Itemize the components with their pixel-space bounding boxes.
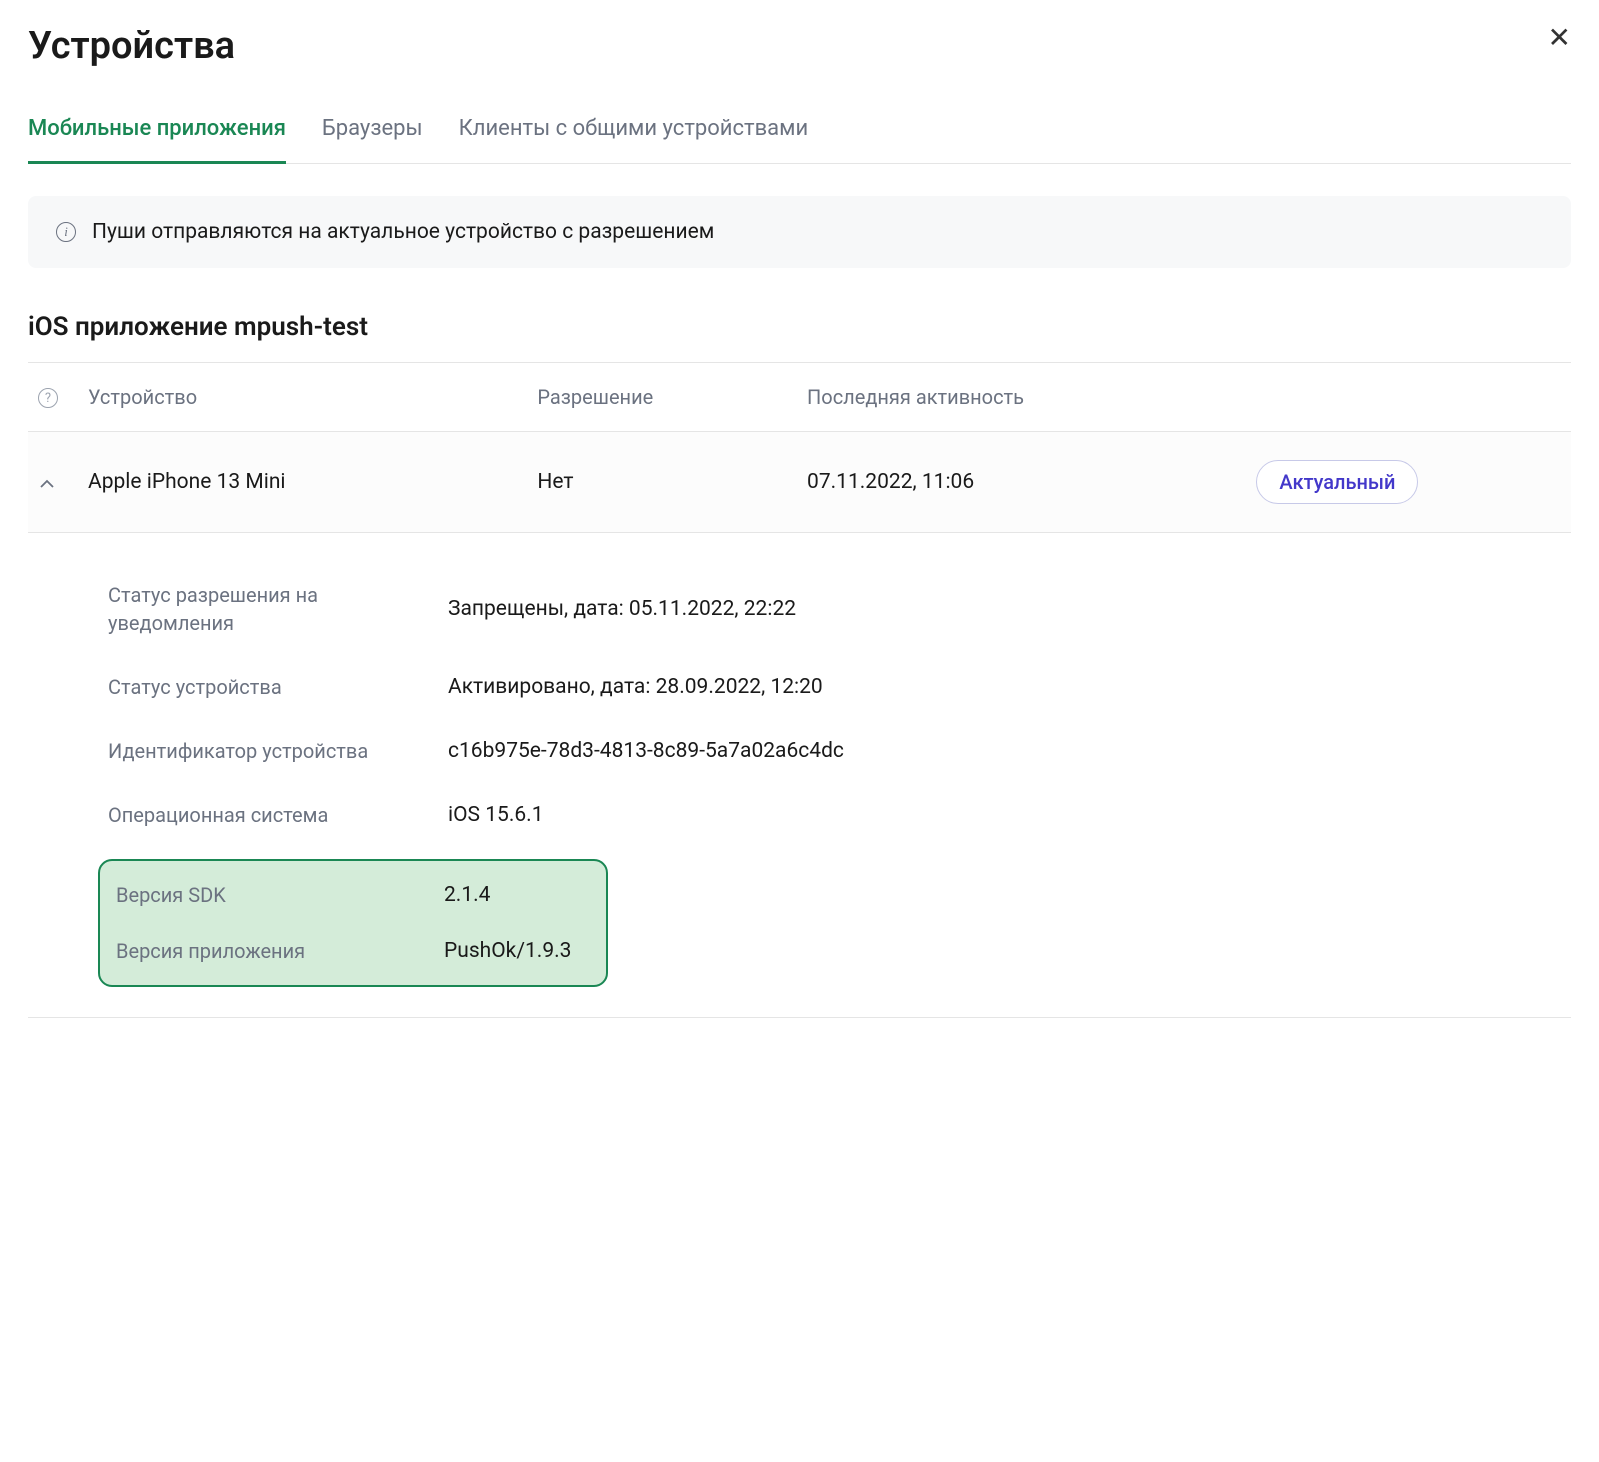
detail-label: Статус устройства <box>108 673 428 701</box>
detail-row-app-version: Версия приложения PushOk/1.9.3 <box>100 923 606 979</box>
detail-label: Версия приложения <box>116 937 424 965</box>
close-icon: ✕ <box>1548 22 1571 53</box>
device-details-panel: Статус разрешения на уведомления Запреще… <box>28 533 1571 1018</box>
tab-mobile-apps[interactable]: Мобильные приложения <box>28 116 286 164</box>
tab-label: Браузеры <box>322 116 423 141</box>
detail-row-device-id: Идентификатор устройства c16b975e-78d3-4… <box>98 719 1571 783</box>
info-banner-text: Пуши отправляются на актуальное устройст… <box>92 220 714 244</box>
column-header-permission: Разрешение <box>537 385 807 409</box>
detail-value: c16b975e-78d3-4813-8c89-5a7a02a6c4dc <box>448 739 1561 763</box>
section-title: iOS приложение mpush-test <box>28 312 1571 342</box>
column-header-device: Устройство <box>88 385 537 409</box>
detail-label: Операционная система <box>108 801 428 829</box>
table-header: ? Устройство Разрешение Последняя активн… <box>28 363 1571 432</box>
detail-label: Статус разрешения на уведомления <box>108 581 428 637</box>
header-expand-col: ? <box>28 386 88 409</box>
detail-value: Активировано, дата: 28.09.2022, 12:20 <box>448 675 1561 699</box>
table-row[interactable]: Apple iPhone 13 Mini Нет 07.11.2022, 11:… <box>28 432 1571 533</box>
detail-label: Версия SDK <box>116 881 424 909</box>
detail-value: iOS 15.6.1 <box>448 803 1561 827</box>
highlight-box: Версия SDK 2.1.4 Версия приложения PushO… <box>98 859 608 987</box>
close-button[interactable]: ✕ <box>1548 24 1571 52</box>
cell-permission: Нет <box>537 470 807 494</box>
tabs-container: Мобильные приложения Браузеры Клиенты с … <box>28 116 1571 164</box>
column-header-last-activity: Последняя активность <box>807 385 1256 409</box>
info-icon: i <box>56 222 76 242</box>
detail-row-permission-status: Статус разрешения на уведомления Запреще… <box>98 563 1571 655</box>
tab-label: Мобильные приложения <box>28 116 286 141</box>
info-banner: i Пуши отправляются на актуальное устрой… <box>28 196 1571 268</box>
dialog-header: Устройства ✕ <box>28 24 1571 68</box>
cell-status: Актуальный <box>1256 460 1571 504</box>
chevron-up-icon <box>40 476 54 492</box>
detail-value: Запрещены, дата: 05.11.2022, 22:22 <box>448 597 1561 621</box>
cell-device-name: Apple iPhone 13 Mini <box>88 470 537 494</box>
detail-label: Идентификатор устройства <box>108 737 428 765</box>
help-icon[interactable]: ? <box>38 388 58 408</box>
device-table: ? Устройство Разрешение Последняя активн… <box>28 362 1571 1018</box>
tab-browsers[interactable]: Браузеры <box>322 116 423 164</box>
detail-value: 2.1.4 <box>444 883 590 907</box>
cell-last-activity: 07.11.2022, 11:06 <box>807 470 1256 494</box>
detail-row-os: Операционная система iOS 15.6.1 <box>98 783 1571 847</box>
detail-row-sdk-version: Версия SDK 2.1.4 <box>100 867 606 923</box>
dialog-title: Устройства <box>28 24 235 68</box>
status-badge: Актуальный <box>1256 460 1418 504</box>
tab-shared-clients[interactable]: Клиенты с общими устройствами <box>459 116 809 164</box>
expand-toggle[interactable] <box>28 472 88 493</box>
detail-value: PushOk/1.9.3 <box>444 939 590 963</box>
detail-row-device-status: Статус устройства Активировано, дата: 28… <box>98 655 1571 719</box>
tab-label: Клиенты с общими устройствами <box>459 116 809 141</box>
